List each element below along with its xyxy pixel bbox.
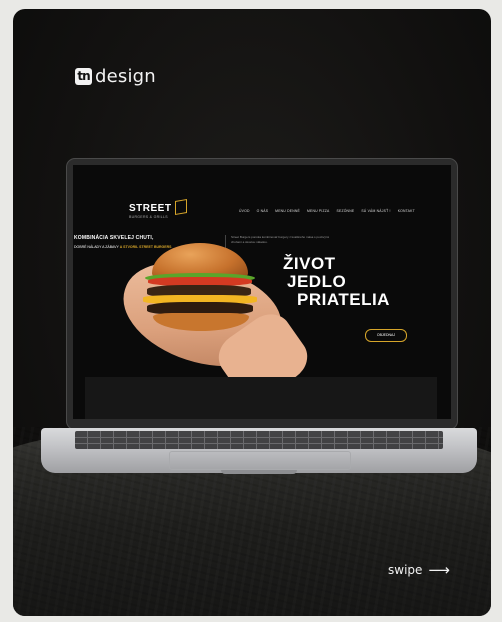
site-nav: STREET BURGERS & GRILLS ÚVOD O NÁS MENU … (73, 197, 451, 227)
band-title: KOMBINÁCIA SKVELEJ CHUTI, (74, 235, 154, 241)
hero-section: ŽIVOT JEDLO PRIATELIA OBJEDNAJ (73, 227, 451, 409)
nav-item-kontakt[interactable]: KONTAKT (398, 209, 415, 213)
nav-links: ÚVOD O NÁS MENU DENNÉ MENU PIZZA SEZÓNNE… (239, 209, 415, 213)
keyboard (75, 431, 443, 449)
brand-logo: tn design (75, 66, 156, 87)
keyboard-row-divider (75, 437, 443, 438)
info-band (85, 377, 437, 419)
cube-logo-icon (175, 198, 187, 216)
headline-line-2: JEDLO (287, 272, 347, 291)
laptop-notch (221, 470, 297, 474)
nav-item-sezonne[interactable]: SEZÓNNE (337, 209, 355, 213)
arrow-right-icon: ⟶ (428, 561, 450, 579)
hero-headline: ŽIVOT JEDLO PRIATELIA (283, 255, 390, 309)
headline-line-1: ŽIVOT (283, 254, 336, 273)
trackpad (169, 451, 351, 470)
headline-line-3: PRIATELIA (297, 290, 390, 309)
keyboard-row-divider (75, 443, 443, 444)
swipe-indicator[interactable]: swipe ⟶ (388, 561, 450, 579)
site-logo-sub: BURGERS & GRILLS (129, 215, 168, 219)
laptop-screen: STREET BURGERS & GRILLS ÚVOD O NÁS MENU … (73, 165, 451, 419)
swipe-label: swipe (388, 563, 423, 577)
nav-item-menu-pizza[interactable]: MENU PIZZA (307, 209, 330, 213)
nav-item-o-nas[interactable]: O NÁS (257, 209, 269, 213)
nav-item-najst[interactable]: SÚ VÁM NÁJSŤ ! (361, 209, 390, 213)
site-logo[interactable]: STREET (129, 203, 171, 214)
nav-item-menu-denne[interactable]: MENU DENNÉ (275, 209, 300, 213)
band-subtitle: DOBRÉ NÁLADY A ZÁBAVY A STVORIL STREET B… (74, 245, 172, 249)
nav-item-uvod[interactable]: ÚVOD (239, 209, 250, 213)
order-button[interactable]: OBJEDNAJ (365, 329, 407, 342)
band-text: Street Burgers ponúka kombinovať burgery… (231, 235, 330, 244)
tn-logo-icon: tn (75, 68, 92, 85)
showcase-card: tn design STREET BURGERS & GRILLS ÚVOD O… (13, 9, 491, 616)
brand-name: design (95, 66, 156, 87)
